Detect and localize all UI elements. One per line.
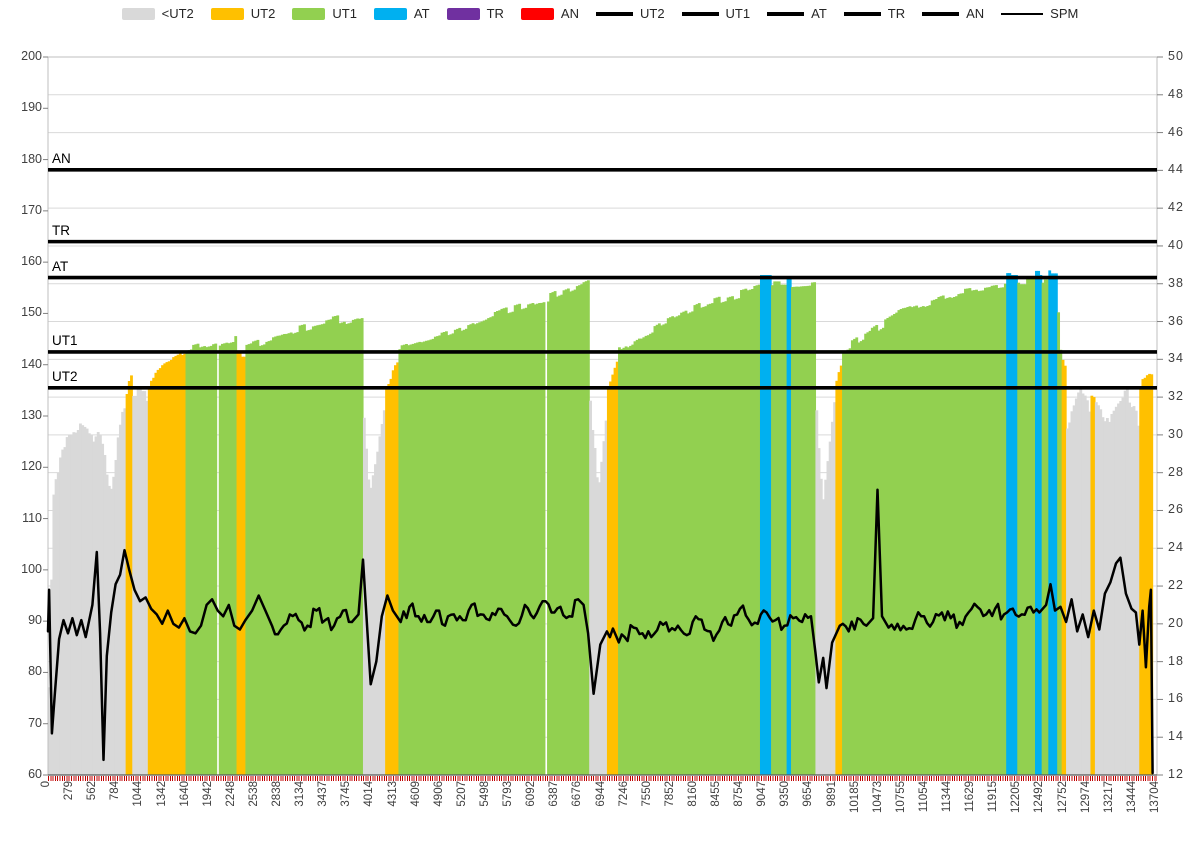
x-tick-label: 11629 (964, 781, 976, 812)
y-left-tick-label: 200 (2, 49, 42, 63)
x-tick-label: 12205 (1010, 781, 1022, 813)
x-tick-label: 10185 (849, 781, 861, 813)
y-right-tick-label: 16 (1168, 691, 1200, 705)
x-tick-label: 5207 (456, 781, 468, 807)
y-left-tick-label: 80 (2, 664, 42, 678)
x-tick-label: 9047 (756, 781, 768, 807)
y-left-tick-label: 110 (2, 511, 42, 525)
x-tick-label: 5498 (479, 781, 491, 807)
y-left-tick-label: 170 (2, 203, 42, 217)
y-right-tick-label: 24 (1168, 540, 1200, 554)
x-tick-label: 6944 (595, 781, 607, 807)
x-tick-label: 12492 (1033, 781, 1045, 813)
y-right-tick-label: 28 (1168, 465, 1200, 479)
y-left-tick-label: 150 (2, 305, 42, 319)
y-left-tick-label: 160 (2, 254, 42, 268)
x-tick-label: 10755 (895, 781, 907, 813)
y-right-tick-label: 48 (1168, 87, 1200, 101)
x-tick-label: 4313 (387, 781, 399, 807)
y-left-tick-label: 60 (2, 767, 42, 781)
y-right-tick-label: 38 (1168, 276, 1200, 290)
x-tick-label: 279 (63, 781, 75, 800)
x-tick-label: 9891 (826, 781, 838, 807)
x-tick-label: 2538 (248, 781, 260, 807)
y-left-tick-label: 100 (2, 562, 42, 576)
zone-column (214, 344, 217, 775)
y-right-tick-label: 36 (1168, 314, 1200, 328)
x-tick-label: 13704 (1149, 781, 1161, 813)
x-tick-label: 562 (86, 781, 98, 800)
x-tick-label: 8754 (733, 781, 745, 807)
x-tick-label: 11344 (941, 781, 953, 812)
chart-canvas: <UT2UT2UT1ATTRANUT2UT1ATTRANSPM 20019018… (0, 0, 1200, 859)
x-tick-label: 3134 (294, 781, 306, 807)
y-left-tick-label: 130 (2, 408, 42, 422)
x-tick-label: 4014 (363, 781, 375, 807)
x-tick-label: 11054 (918, 781, 930, 812)
y-right-tick-label: 32 (1168, 389, 1200, 403)
y-left-tick-label: 180 (2, 152, 42, 166)
threshold-label-tr: TR (52, 223, 70, 238)
x-tick-label: 11915 (987, 781, 999, 812)
y-right-tick-label: 40 (1168, 238, 1200, 252)
y-right-tick-label: 30 (1168, 427, 1200, 441)
threshold-label-an: AN (52, 151, 71, 166)
y-right-tick-label: 14 (1168, 729, 1200, 743)
x-tick-label: 5793 (502, 781, 514, 807)
x-tick-label: 7550 (641, 781, 653, 807)
threshold-label-ut2: UT2 (52, 369, 78, 384)
x-tick-label: 1942 (202, 781, 214, 807)
x-tick-label: 8160 (687, 781, 699, 807)
x-tick-label: 1342 (156, 781, 168, 807)
x-tick-label: 12974 (1080, 781, 1092, 813)
y-right-tick-label: 42 (1168, 200, 1200, 214)
threshold-label-ut1: UT1 (52, 333, 78, 348)
x-tick-label: 8455 (710, 781, 722, 807)
x-tick-label: 13444 (1126, 781, 1138, 813)
y-right-tick-label: 18 (1168, 654, 1200, 668)
x-tick-label: 2838 (271, 781, 283, 807)
y-left-tick-label: 90 (2, 613, 42, 627)
y-right-tick-label: 34 (1168, 351, 1200, 365)
y-right-tick-label: 50 (1168, 49, 1200, 63)
y-right-tick-label: 22 (1168, 578, 1200, 592)
x-tick-label: 4906 (433, 781, 445, 807)
y-left-tick-label: 190 (2, 100, 42, 114)
x-tick-label: 7246 (618, 781, 630, 807)
x-tick-label: 9654 (802, 781, 814, 807)
threshold-label-at: AT (52, 259, 68, 274)
x-tick-label: 13217 (1103, 781, 1115, 813)
x-tick-label: 2248 (225, 781, 237, 807)
y-left-tick-label: 140 (2, 357, 42, 371)
x-tick-label: 4609 (410, 781, 422, 807)
x-tick-label: 6092 (525, 781, 537, 807)
zone-column (543, 302, 546, 775)
y-right-tick-label: 26 (1168, 502, 1200, 516)
x-tick-label: 3745 (340, 781, 352, 807)
y-right-tick-label: 20 (1168, 616, 1200, 630)
y-right-tick-label: 46 (1168, 125, 1200, 139)
x-tick-label: 12752 (1057, 781, 1069, 813)
y-right-tick-label: 44 (1168, 162, 1200, 176)
y-left-tick-label: 70 (2, 716, 42, 730)
x-tick-label: 3437 (317, 781, 329, 807)
x-tick-label: 9350 (779, 781, 791, 807)
x-tick-label: 6676 (571, 781, 583, 807)
x-tick-label: 1640 (179, 781, 191, 807)
x-tick-label: 10473 (872, 781, 884, 813)
y-left-tick-label: 120 (2, 459, 42, 473)
plot-area (0, 0, 1200, 859)
x-tick-label: 0 (40, 781, 52, 787)
x-tick-label: 6387 (548, 781, 560, 807)
x-tick-label: 7852 (664, 781, 676, 807)
x-axis-minor-ticks (48, 776, 1157, 781)
x-tick-label: 784 (109, 781, 121, 800)
y-right-tick-label: 12 (1168, 767, 1200, 781)
x-tick-label: 1044 (132, 781, 144, 807)
